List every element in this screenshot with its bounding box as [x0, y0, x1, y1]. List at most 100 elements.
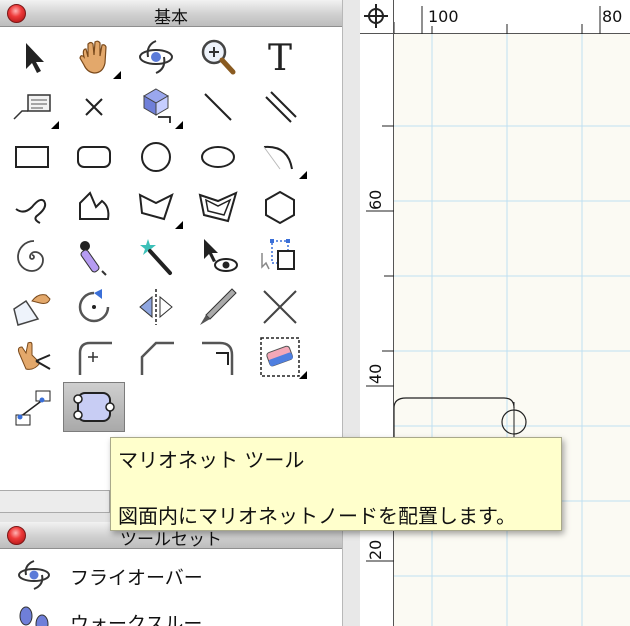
- chamfer-tool[interactable]: [125, 332, 187, 382]
- fillet-tool[interactable]: [63, 332, 125, 382]
- ruler-label-60: 60: [366, 189, 385, 210]
- regular-polygon-icon: [265, 190, 295, 225]
- arc-icon: [263, 145, 293, 170]
- text-icon: T: [268, 38, 292, 79]
- submenu-indicator: [175, 221, 183, 229]
- spiral-icon: [17, 240, 44, 272]
- toolset-item-flyover[interactable]: フライオーバー: [0, 556, 342, 594]
- clip-tool[interactable]: [1, 332, 63, 382]
- toolset-item-label: フライオーバー: [70, 567, 203, 589]
- crosshair-icon: [364, 4, 388, 28]
- marionette-tool[interactable]: [63, 382, 125, 432]
- basic-tool-palette: 基本 T: [0, 0, 342, 490]
- text-tool-glyph: T: [268, 38, 292, 79]
- locus-tool[interactable]: [63, 82, 125, 132]
- panel-divider[interactable]: [342, 0, 360, 626]
- zoom-icon: [201, 39, 236, 75]
- flyover-tool[interactable]: [125, 32, 187, 82]
- submenu-indicator: [113, 71, 121, 79]
- polyline-tool[interactable]: [63, 182, 125, 232]
- magic-wand-tool[interactable]: [125, 232, 187, 282]
- pointer-icon: [26, 43, 44, 73]
- eyedropper-tool[interactable]: [63, 232, 125, 282]
- trim-icon: [263, 290, 297, 324]
- double-line-tool[interactable]: [249, 82, 311, 132]
- ruler-label-100: 100: [428, 7, 459, 26]
- circle-tool[interactable]: [125, 132, 187, 182]
- palette-title: 基本: [154, 8, 188, 28]
- pan-tool[interactable]: [63, 32, 125, 82]
- locus-icon: [85, 98, 103, 116]
- ruler-origin-button[interactable]: [360, 0, 394, 34]
- offset-icon: [13, 294, 51, 326]
- ruler-label-80: 80: [602, 7, 623, 26]
- connect-tool[interactable]: [187, 332, 249, 382]
- ruler-label-40: 40: [366, 363, 385, 384]
- pan-hand-icon: [79, 40, 107, 74]
- vertical-ruler: 60 40 20: [360, 34, 394, 626]
- spiral-tool[interactable]: [1, 232, 63, 282]
- line-tool[interactable]: [187, 82, 249, 132]
- rounded-rectangle-icon: [77, 146, 111, 168]
- connect-icon: [202, 341, 234, 375]
- clip-icon: [17, 341, 51, 370]
- freehand-tool[interactable]: [1, 182, 63, 232]
- vertical-ruler-ticks: [366, 125, 394, 562]
- submenu-indicator: [299, 171, 307, 179]
- double-line-icon: [265, 91, 297, 123]
- rectangle-icon: [15, 146, 49, 168]
- oval-tool[interactable]: [187, 132, 249, 182]
- horizontal-ruler-ticks: [393, 6, 601, 34]
- walkthrough-icon: [19, 606, 49, 626]
- reshape-tool[interactable]: [249, 232, 311, 282]
- application-window: 基本 T ツールセット フライオーバー ウォークスルー 100 80 60 40…: [0, 0, 630, 626]
- flyover-icon: [18, 560, 50, 590]
- chamfer-icon: [140, 341, 174, 375]
- toolset-palette: ツールセット フライオーバー ウォークスルー: [0, 522, 342, 626]
- trim-tool[interactable]: [249, 282, 311, 332]
- rectangle-tool[interactable]: [1, 132, 63, 182]
- polygon-tool[interactable]: [125, 182, 187, 232]
- eraser-icon: [260, 337, 300, 377]
- stake-object-tool[interactable]: [125, 82, 187, 132]
- tooltip-title: マリオネット ツール: [118, 448, 305, 472]
- reshape-icon: [261, 239, 295, 270]
- horizontal-ruler: 100 80: [360, 0, 630, 34]
- double-polygon-tool[interactable]: [187, 182, 249, 232]
- visibility-icon: [204, 239, 238, 272]
- polyline-icon: [79, 191, 110, 220]
- flyover-icon: [139, 40, 173, 74]
- mirror-icon: [139, 289, 173, 325]
- dimension-tool[interactable]: [1, 382, 63, 432]
- oval-icon: [201, 146, 235, 168]
- zoom-tool[interactable]: [187, 32, 249, 82]
- callout-icon: [13, 94, 51, 120]
- rounded-rectangle-tool[interactable]: [63, 132, 125, 182]
- arc-tool[interactable]: [249, 132, 311, 182]
- offset-tool[interactable]: [1, 282, 63, 332]
- stake-object-icon: [143, 88, 171, 123]
- drawing-area[interactable]: 100 80 60 40 20: [360, 0, 630, 626]
- eyedropper-icon: [80, 241, 107, 276]
- marionette-icon: [73, 392, 115, 422]
- eraser-tool[interactable]: [249, 332, 311, 382]
- visibility-tool[interactable]: [187, 232, 249, 282]
- regular-polygon-tool[interactable]: [249, 182, 311, 232]
- palette-titlebar[interactable]: 基本: [0, 0, 342, 28]
- callout-tool[interactable]: [1, 82, 63, 132]
- submenu-indicator: [51, 121, 59, 129]
- split-tool[interactable]: [187, 282, 249, 332]
- circle-icon: [141, 142, 171, 172]
- ruler-label-20: 20: [366, 539, 385, 560]
- text-tool[interactable]: T: [249, 32, 311, 82]
- rotate-tool[interactable]: [63, 282, 125, 332]
- line-icon: [204, 93, 232, 121]
- polygon-icon: [138, 193, 174, 221]
- pointer-tool[interactable]: [1, 32, 63, 82]
- mirror-tool[interactable]: [125, 282, 187, 332]
- split-icon: [200, 288, 237, 325]
- toolset-item-label: ウォークスルー: [70, 613, 203, 626]
- toolset-item-walkthrough[interactable]: ウォークスルー: [0, 602, 342, 626]
- freehand-icon: [15, 198, 47, 224]
- tool-tooltip: マリオネット ツール 図面内にマリオネットノードを配置します。: [110, 437, 562, 531]
